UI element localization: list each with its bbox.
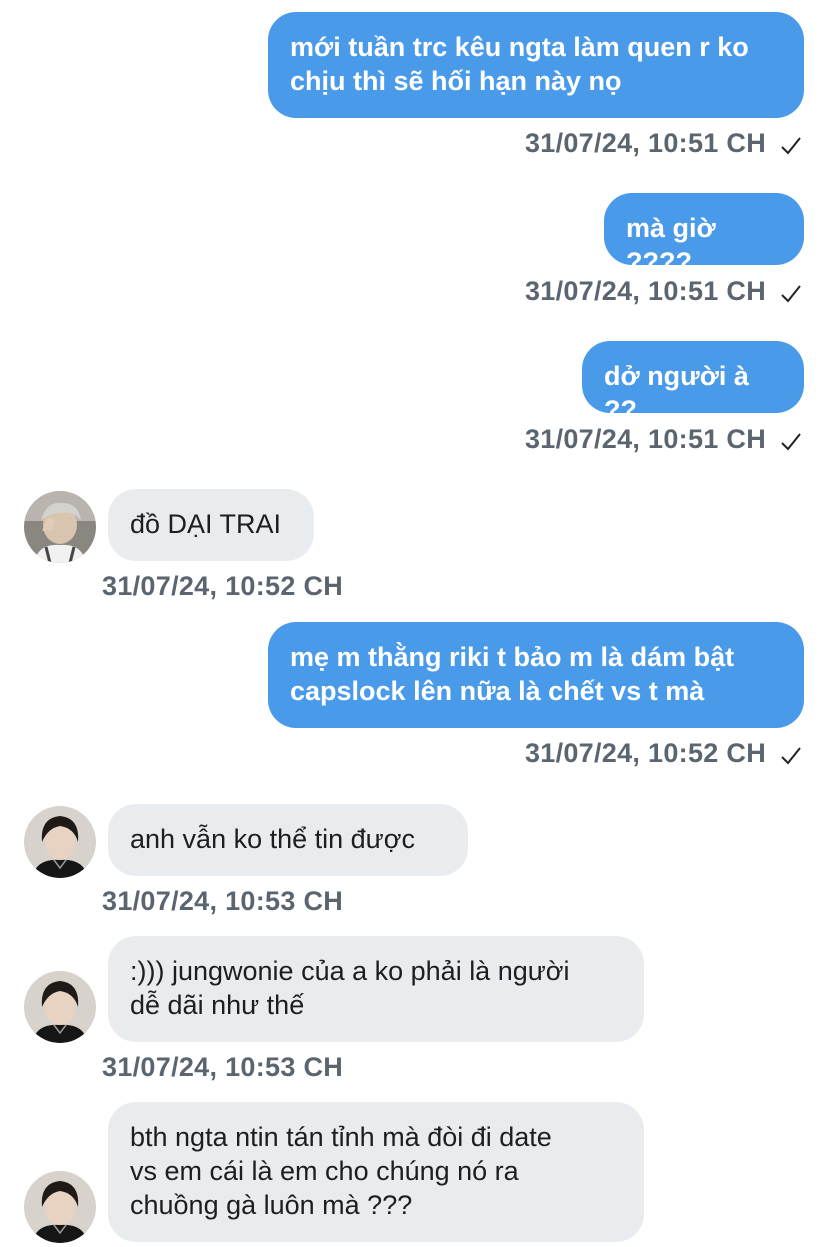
message-timestamp: 31/07/24, 10:51 CH	[524, 276, 766, 306]
checkmark-icon	[781, 285, 801, 303]
message-timestamp: 31/07/24, 10:51 CH	[524, 424, 766, 454]
message-bubble-outgoing[interactable]: dở người à ??	[582, 341, 804, 425]
message-bubble-incoming[interactable]: anh vẫn ko thể tin được	[108, 804, 468, 876]
message-bubble-incoming[interactable]: đồ DẠI TRAI	[108, 489, 314, 561]
avatar-dark-hair[interactable]	[24, 971, 96, 1043]
message-timestamp: 31/07/24, 10:53 CH	[102, 1052, 344, 1082]
message-timestamp: 31/07/24, 10:52 CH	[102, 571, 344, 601]
checkmark-icon	[781, 137, 801, 155]
message-bubble-outgoing[interactable]: mẹ m thằng riki t bảo m là dám bật capsl…	[268, 622, 804, 728]
avatar-dark-hair[interactable]	[24, 1171, 96, 1243]
checkmark-icon	[781, 433, 801, 451]
message-timestamp: 31/07/24, 10:52 CH	[524, 738, 766, 768]
message-timestamp: 31/07/24, 10:51 CH	[524, 128, 766, 158]
message-bubble-outgoing[interactable]: mà giờ ????	[604, 193, 804, 277]
avatar-grey-hair[interactable]	[24, 491, 96, 563]
checkmark-icon	[781, 747, 801, 765]
message-bubble-incoming[interactable]: :))) jungwonie của a ko phải là người dễ…	[108, 936, 644, 1042]
message-bubble-outgoing[interactable]: mới tuần trc kêu ngta làm quen r ko chịu…	[268, 12, 804, 118]
avatar-dark-hair[interactable]	[24, 806, 96, 878]
message-timestamp: 31/07/24, 10:53 CH	[102, 886, 344, 916]
message-bubble-incoming[interactable]: bth ngta ntin tán tỉnh mà đòi đi date vs…	[108, 1102, 644, 1242]
